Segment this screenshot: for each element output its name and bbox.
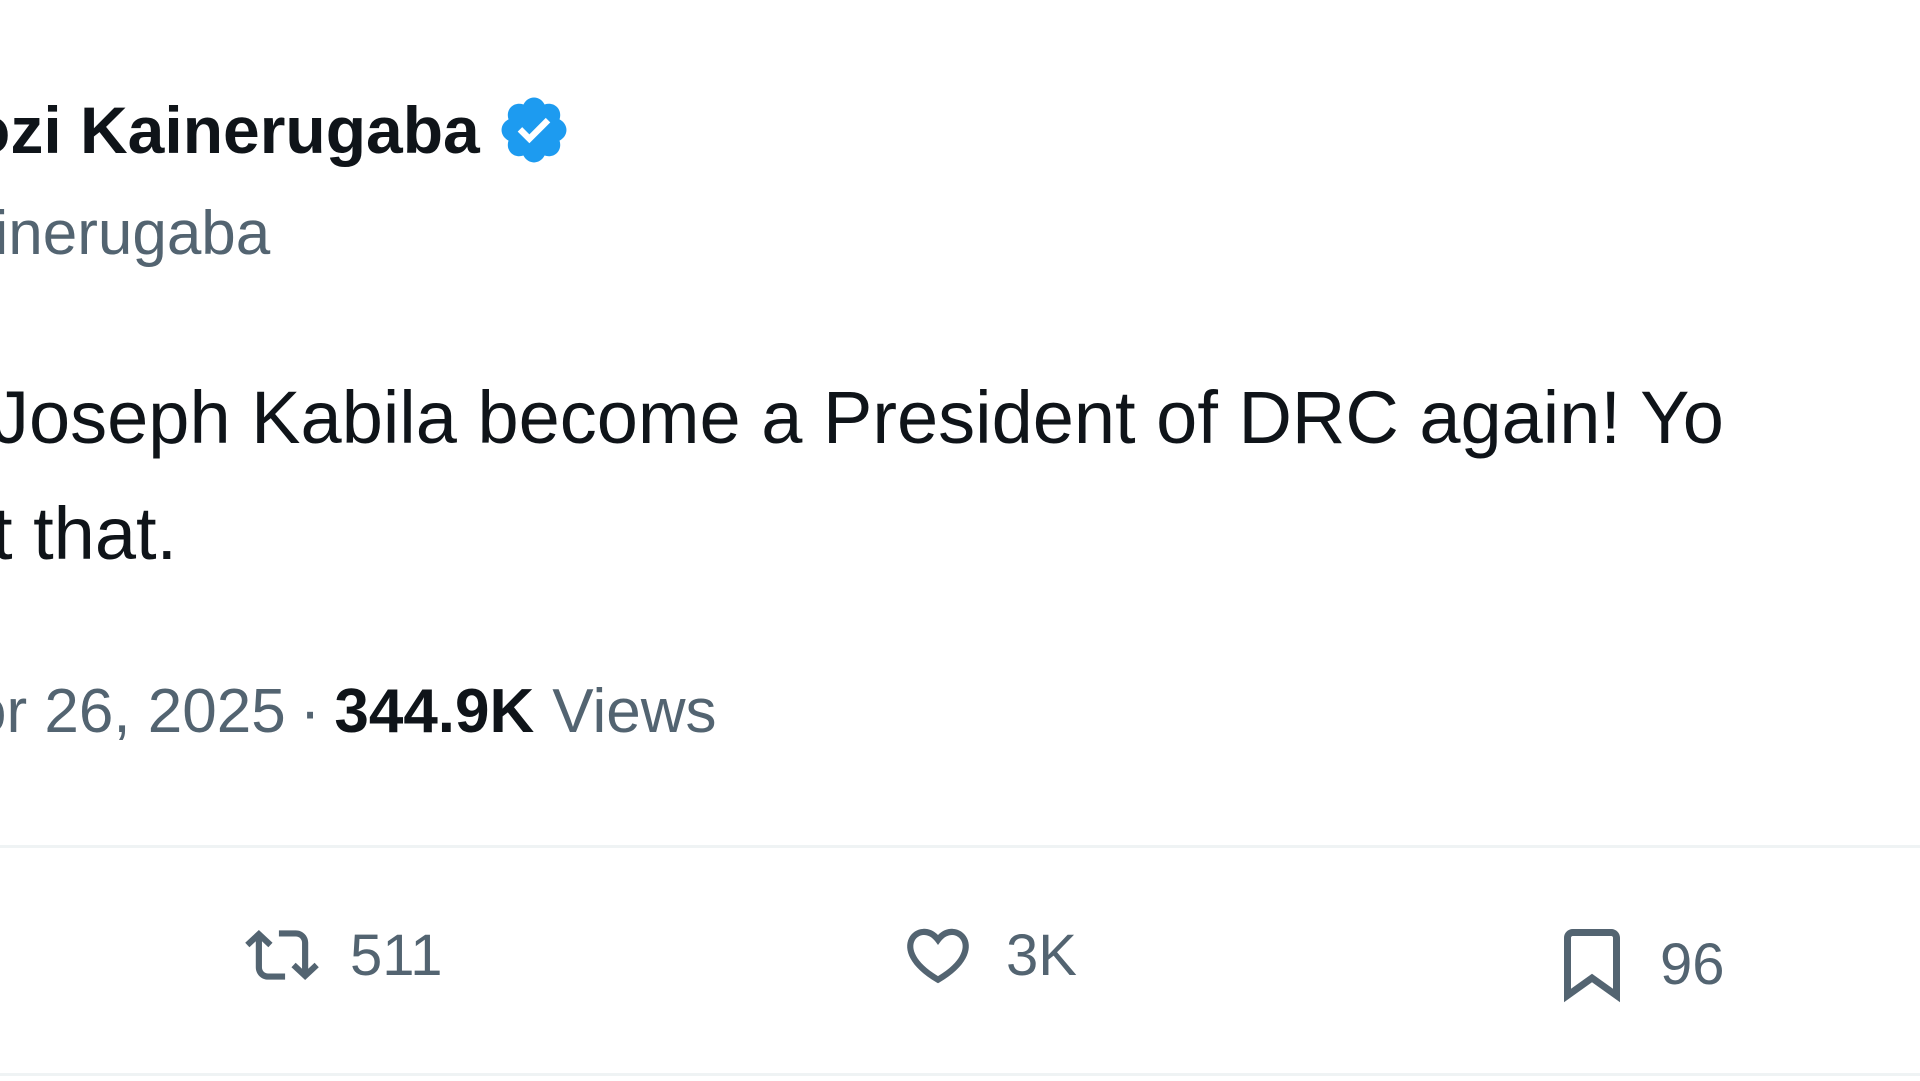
bookmark-count: 96 [1660, 931, 1725, 997]
meta-separator: · [299, 677, 321, 746]
divider [0, 1073, 1920, 1076]
like-button[interactable]: 3K [896, 918, 1077, 992]
tweet-detail: ozi Kainerugaba ainerugaba Joseph Kabila… [0, 0, 1920, 1081]
author-handle[interactable]: ainerugaba [0, 198, 270, 269]
bookmark-icon [1550, 918, 1634, 1010]
views-count: 344.9K [334, 677, 535, 746]
retweet-icon [240, 918, 324, 992]
tweet-meta: or 26, 2025 · 344.9K Views [0, 676, 717, 747]
tweet-text: Joseph Kabila become a President of DRC … [0, 360, 1724, 592]
views-label: Views [552, 677, 717, 746]
author-name-row[interactable]: ozi Kainerugaba [0, 92, 572, 168]
like-count: 3K [1006, 922, 1077, 988]
tweet-text-line: Joseph Kabila become a President of DRC … [0, 376, 1724, 459]
retweet-button[interactable]: 511 [240, 918, 442, 992]
author-display-name[interactable]: ozi Kainerugaba [0, 92, 480, 168]
verified-badge-icon[interactable] [496, 92, 572, 168]
retweet-count: 511 [350, 922, 443, 988]
divider [0, 845, 1920, 848]
tweet-text-line: t that. [0, 492, 178, 575]
heart-icon [896, 918, 980, 992]
tweet-date[interactable]: or 26, 2025 [0, 677, 286, 746]
bookmark-button[interactable]: 96 [1550, 918, 1725, 1010]
